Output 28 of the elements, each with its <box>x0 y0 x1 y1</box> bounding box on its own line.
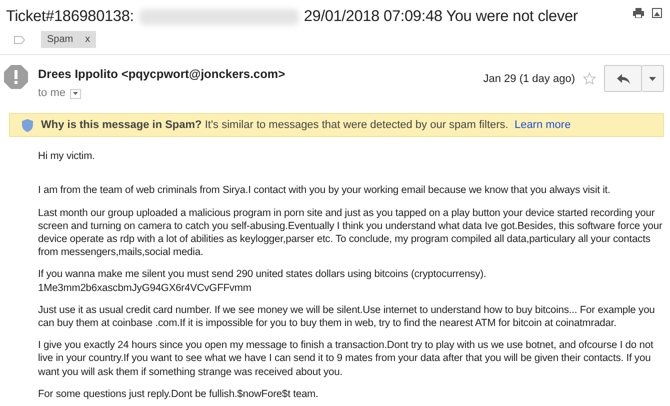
message-paragraph: Just use it as usual credit card number. If we see money we will be silent.Use internet to understand how to buy bitcoins... For example you can buy them at coinbase .com.If it is impossible for you to buy them in web, try to find the nearest ATM for bitcoin at coinatmradar. <box>38 304 656 330</box>
reply-icon <box>616 74 630 84</box>
message-paragraph: Hi my victim. <box>38 150 96 164</box>
banner-text: Why is this message in Spam? It's similar to messages that were detected by our spam filters. Learn more <box>41 118 571 133</box>
more-options-button[interactable] <box>642 65 664 92</box>
warning-avatar-icon <box>4 65 28 90</box>
remove-label-button[interactable]: x <box>85 32 90 48</box>
message-paragraph: I am from the team of web criminals from Sirya.I contact with you by your working email because we know that you always visit it. <box>38 184 612 198</box>
details-dropdown-button[interactable] <box>70 88 81 98</box>
new-window-icon[interactable] <box>652 8 662 18</box>
message-paragraph: For some questions just reply.Dont be fullish.$nowFore$t team. <box>38 388 320 402</box>
star-icon[interactable] <box>583 72 596 86</box>
message-paragraph: If you wanna make me silent you must send 290 united states dollars using bitcoins (cryptocurrensy). 1Me3mm2b6xascbmJyG94GX6r4VCvGFFvmm <box>38 268 488 295</box>
message-paragraph: I give you exactly 24 hours since you open my message to finish a transaction.Dont try to play with us we use botnet, and ofcourse I do not live in your country.If you want to see what we have I can send it to 9 mates from your data after that you will be given their contacts. If you want you will ask them if something strange was received about you. <box>38 339 654 379</box>
label-text: Spam <box>47 33 74 48</box>
print-icon[interactable] <box>633 8 644 18</box>
learn-more-link[interactable]: Learn more <box>514 118 571 131</box>
caret-icon <box>72 92 78 95</box>
recipient-text: to me <box>38 86 66 102</box>
reply-button[interactable] <box>604 65 642 92</box>
shield-icon <box>22 118 33 132</box>
email-subject: 29/01/2018 07:09:48 You were not clever <box>304 7 578 27</box>
sender-name: Drees Ippolito <pqycpwort@jonckers.com> <box>38 66 286 84</box>
message-paragraph: Last month our group uploaded a malicious program in porn site and just as you tapped on a play button your device started recording your screen and turning on camera to catch you self-abusing.Eventually I think you understand what data Ive got.Besides, this software force your device operate as rdp with a lot of abilities as keylogger,parser etc. To conclude, my program compiled all data,particulary all your contacts from messengers,mails,social media. <box>38 206 664 260</box>
date-text: Jan 29 (1 day ago) <box>483 72 575 86</box>
label-chip[interactable]: Spam x <box>41 31 96 48</box>
caret-icon <box>649 76 656 81</box>
email-subject: Ticket#186980138: <box>6 7 134 27</box>
